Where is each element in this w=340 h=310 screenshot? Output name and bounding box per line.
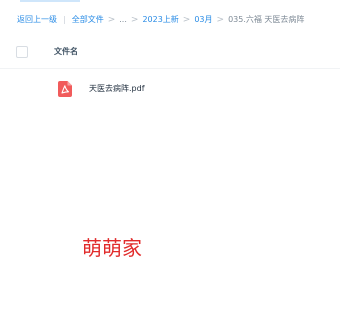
breadcrumb-ellipsis[interactable]: ... [119,13,127,27]
filename-column-header[interactable]: 文件名 [54,45,78,59]
file-browser-page: 返回上一级 | 全部文件 > ... > 2023上新 > 03月 > 035.… [0,0,340,310]
breadcrumb-separator: > [107,15,116,25]
pdf-icon [58,81,72,97]
breadcrumb-separator: > [216,15,225,25]
back-link[interactable]: 返回上一级 [17,13,57,27]
table-header: 文件名 [0,36,340,69]
breadcrumb-separator: > [130,15,139,25]
select-all-checkbox[interactable] [16,46,28,58]
breadcrumb: 返回上一级 | 全部文件 > ... > 2023上新 > 03月 > 035.… [17,13,304,27]
breadcrumb-march[interactable]: 03月 [194,13,212,27]
file-row[interactable]: 天医去病阵.pdf [0,72,340,106]
file-name[interactable]: 天医去病阵.pdf [89,82,145,96]
breadcrumb-all-files[interactable]: 全部文件 [72,13,104,27]
breadcrumb-separator: > [182,15,191,25]
active-tab-indicator [20,0,80,2]
breadcrumb-2023-new[interactable]: 2023上新 [142,13,178,27]
breadcrumb-current-folder: 035.六福 天医去病阵 [228,15,305,24]
breadcrumb-divider: | [63,15,66,24]
watermark-text: 萌萌家 [82,236,142,260]
